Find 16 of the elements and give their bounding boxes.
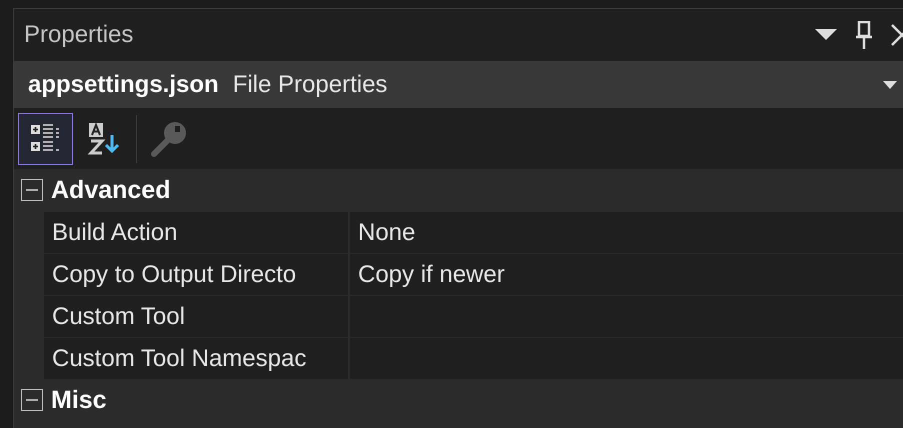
object-selector[interactable]: appsettings.json File Properties (14, 61, 903, 108)
property-value[interactable]: None (350, 212, 903, 253)
property-name[interactable]: Custom Tool (44, 296, 348, 337)
collapse-toggle[interactable] (21, 179, 43, 201)
caret-icon (883, 80, 897, 88)
property-value[interactable]: Copy if newer (350, 254, 903, 295)
category-name: Advanced (51, 176, 170, 204)
pin-icon[interactable] (855, 21, 873, 49)
toolbar-button[interactable] (18, 112, 73, 164)
category-name: Misc (51, 386, 107, 414)
dropdown-icon[interactable] (815, 29, 837, 41)
property-name[interactable]: Copy to Output Directo (44, 254, 348, 295)
property-name[interactable]: Build Action (44, 212, 348, 253)
collapse-toggle[interactable] (21, 389, 43, 411)
property-name[interactable]: Custom Tool Namespac (44, 338, 348, 379)
panel-title: Properties (24, 21, 134, 49)
